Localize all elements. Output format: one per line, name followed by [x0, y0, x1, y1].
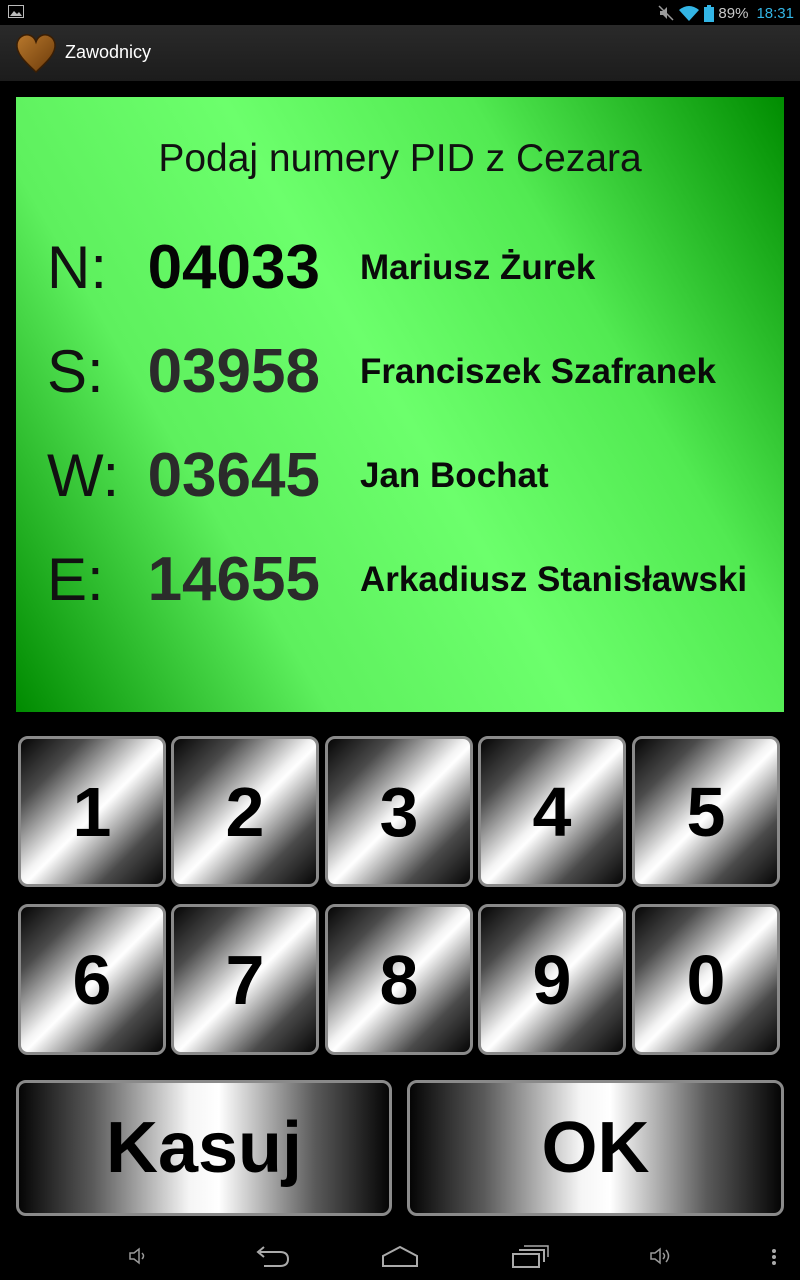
back-icon[interactable] — [252, 1246, 292, 1268]
pid-number: 04033 — [147, 233, 320, 302]
ok-button[interactable]: OK — [407, 1080, 784, 1216]
battery-icon — [704, 4, 715, 22]
player-name: Mariusz Żurek — [360, 248, 596, 287]
pid-row-north[interactable]: N: 04033 Mariusz Żurek — [16, 228, 784, 308]
player-name: Franciszek Szafranek — [360, 352, 717, 391]
panel-heading: Podaj numery PID z Cezara — [158, 137, 642, 180]
direction-label: E: — [47, 546, 104, 613]
navigation-bar — [0, 1232, 800, 1280]
key-8-button[interactable]: 8 — [325, 904, 473, 1055]
action-bar: Zawodnicy — [0, 25, 800, 81]
image-notification-icon — [8, 5, 24, 18]
mute-icon — [658, 5, 674, 21]
key-2-button[interactable]: 2 — [171, 736, 319, 887]
pid-panel: Podaj numery PID z Cezara N: 04033 Mariu… — [16, 97, 784, 712]
pid-row-east[interactable]: E: 14655 Arkadiusz Stanisławski — [16, 540, 784, 620]
key-4-button[interactable]: 4 — [478, 736, 626, 887]
pid-number: 14655 — [147, 545, 320, 614]
home-icon[interactable] — [380, 1244, 420, 1268]
wifi-icon — [679, 5, 700, 21]
overflow-menu-icon[interactable] — [771, 1248, 777, 1266]
clear-button[interactable]: Kasuj — [16, 1080, 392, 1216]
player-name: Jan Bochat — [360, 456, 549, 495]
direction-label: W: — [47, 442, 120, 509]
key-0-button[interactable]: 0 — [632, 904, 780, 1055]
direction-label: S: — [47, 338, 104, 405]
volume-down-icon[interactable] — [127, 1246, 149, 1266]
pid-row-west[interactable]: W: 03645 Jan Bochat — [16, 436, 784, 516]
heart-app-icon[interactable] — [14, 31, 58, 75]
player-name: Arkadiusz Stanisławski — [360, 560, 748, 599]
key-9-button[interactable]: 9 — [478, 904, 626, 1055]
recent-apps-icon[interactable] — [510, 1245, 550, 1269]
key-1-button[interactable]: 1 — [18, 736, 166, 887]
direction-label: N: — [47, 234, 107, 301]
screen-title: Zawodnicy — [65, 42, 152, 62]
pid-row-south[interactable]: S: 03958 Franciszek Szafranek — [16, 332, 784, 412]
battery-percentage: 89% — [718, 4, 749, 22]
pid-number: 03645 — [147, 441, 320, 510]
status-indicators: 89% 18:31 — [658, 2, 794, 24]
volume-up-icon[interactable] — [648, 1246, 672, 1266]
status-bar: 89% 18:31 — [0, 0, 800, 25]
key-6-button[interactable]: 6 — [18, 904, 166, 1055]
key-5-button[interactable]: 5 — [632, 736, 780, 887]
key-3-button[interactable]: 3 — [325, 736, 473, 887]
key-7-button[interactable]: 7 — [171, 904, 319, 1055]
pid-number: 03958 — [147, 337, 320, 406]
clock: 18:31 — [756, 4, 794, 22]
